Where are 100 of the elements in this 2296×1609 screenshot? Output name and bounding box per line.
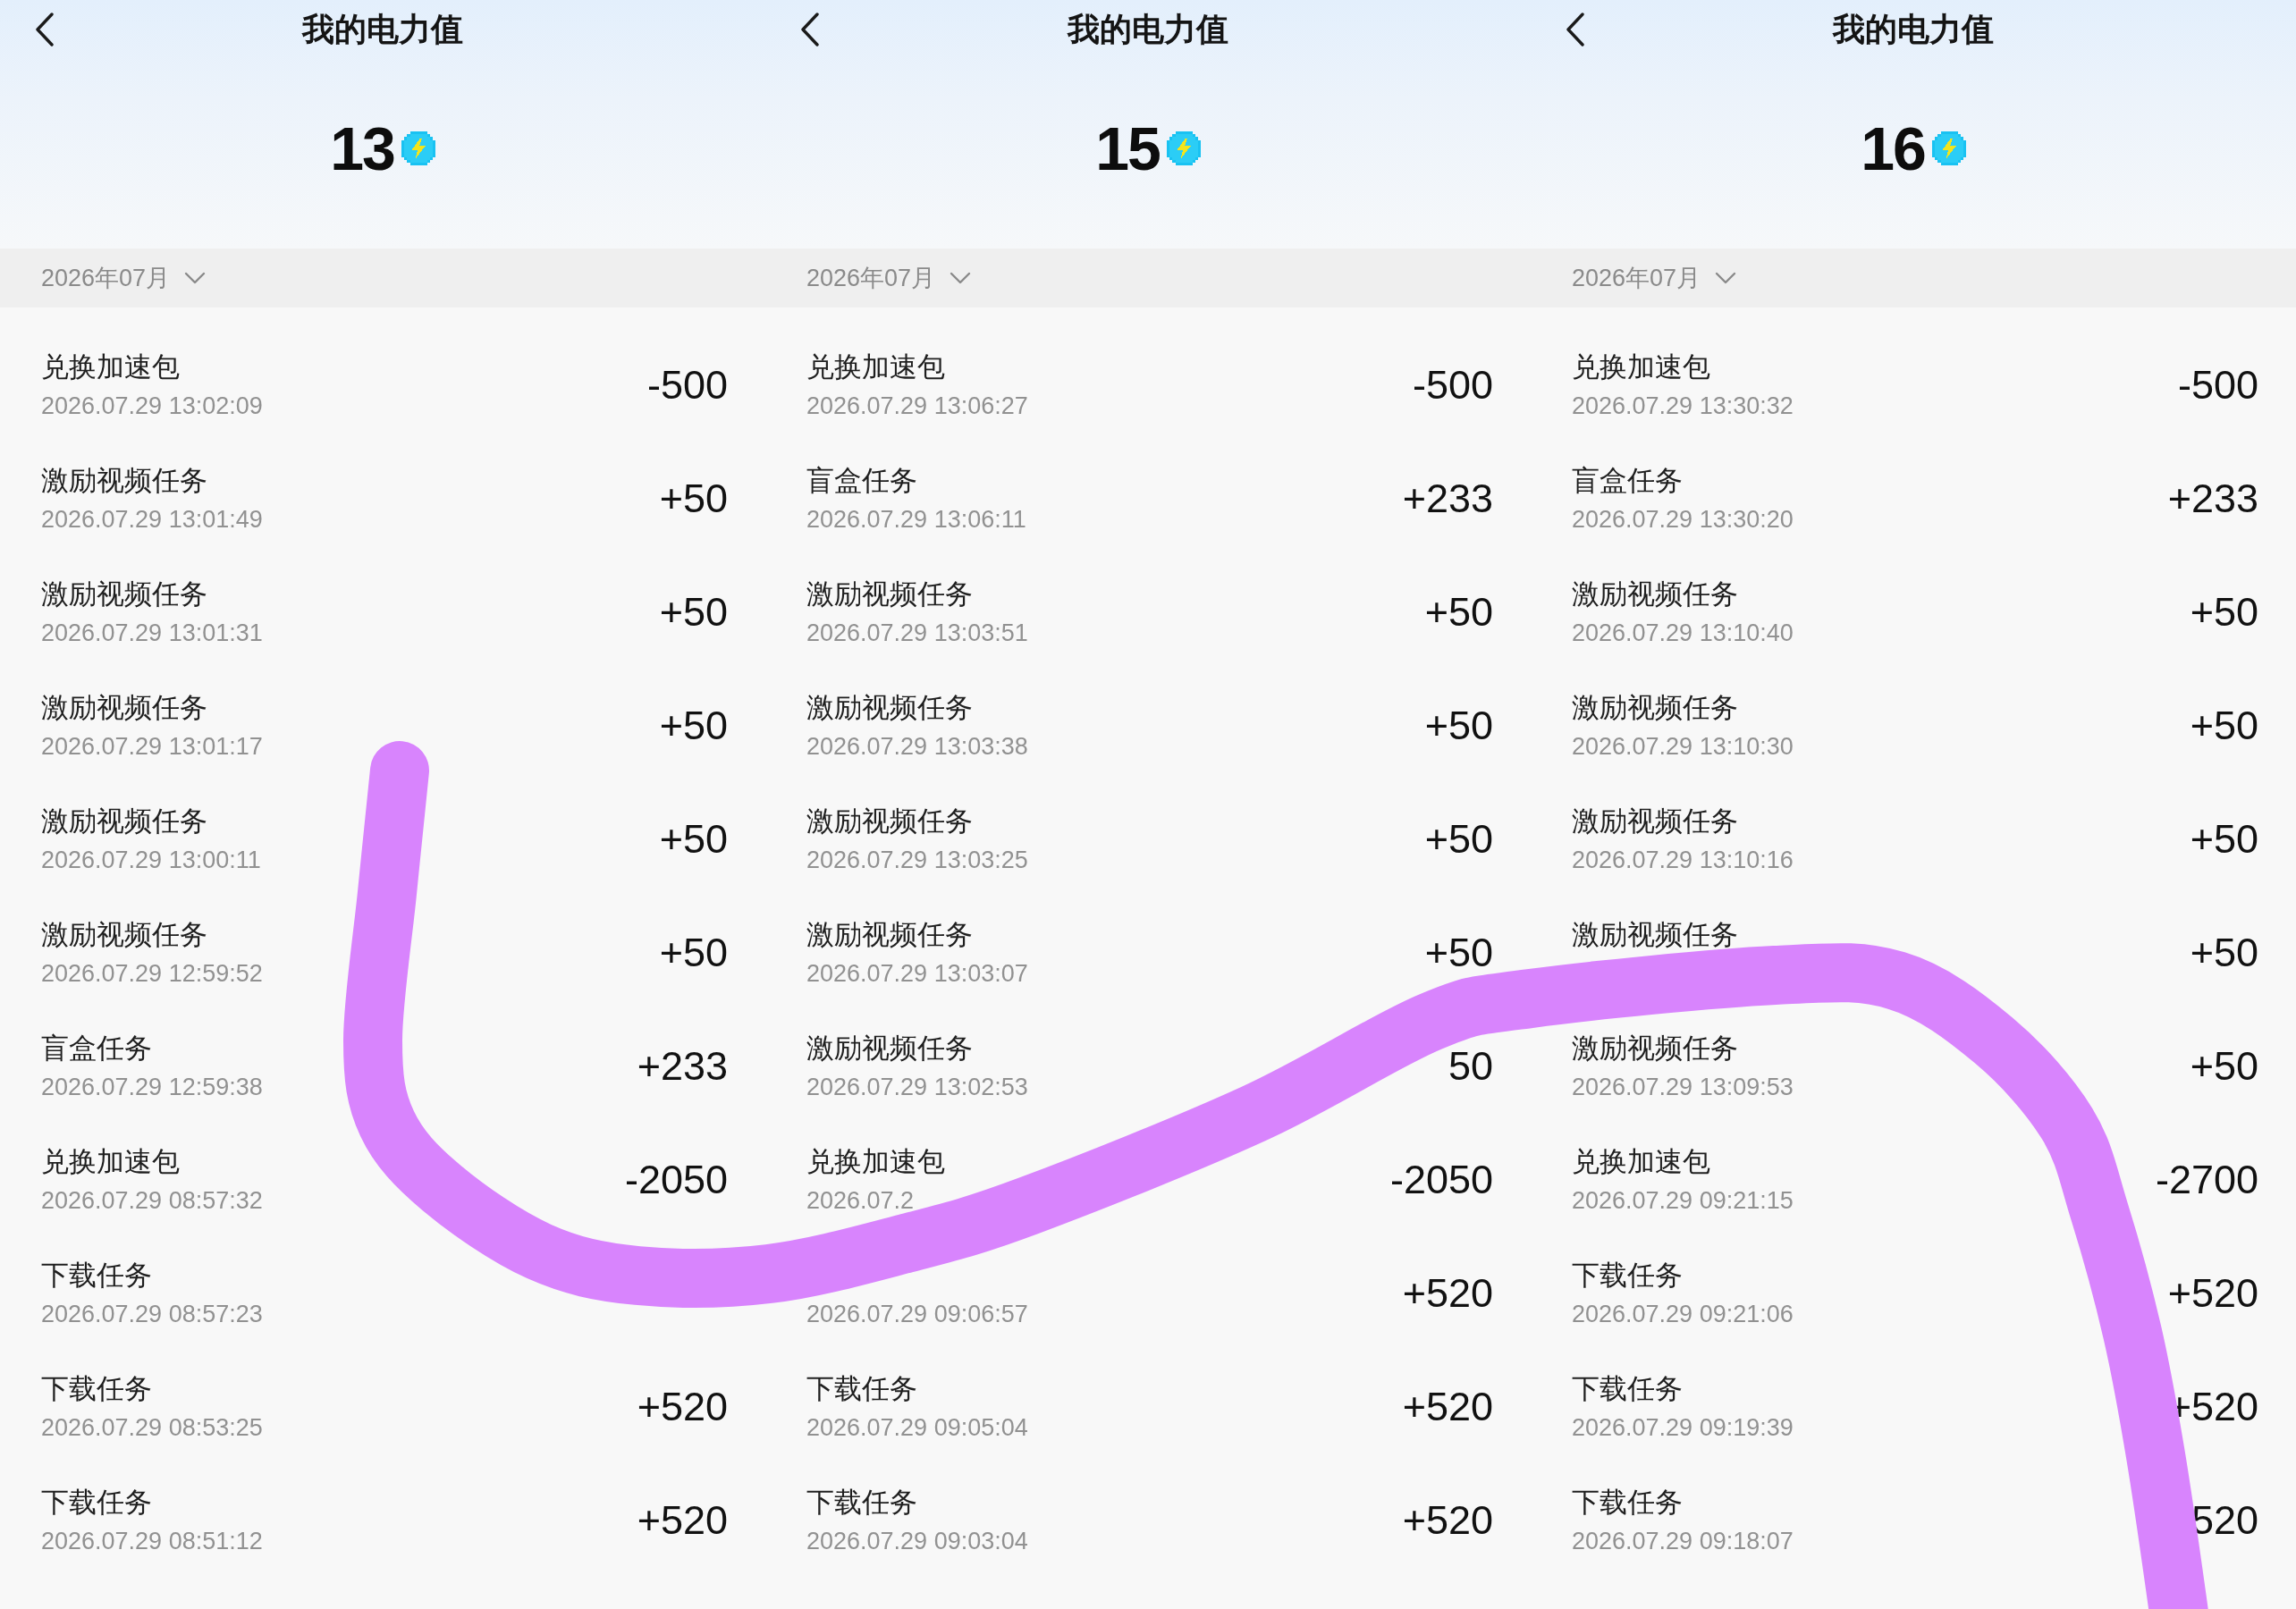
back-icon — [35, 13, 55, 46]
record-amount: +520 — [1402, 1496, 1493, 1544]
record-amount: +520 — [637, 1383, 728, 1430]
record-amount: -2050 — [1389, 1156, 1493, 1203]
back-icon — [800, 13, 820, 46]
record-time: 2026.07.29 13:10:40 — [1572, 618, 1794, 648]
record-amount: +50 — [1424, 702, 1493, 749]
record-amount: +50 — [1424, 815, 1493, 863]
record-time: 2026.07.29 12:59:38 — [41, 1072, 263, 1102]
month-selector[interactable]: 2026年07月 — [806, 263, 972, 293]
record-time: 2026.07.29 13:01:31 — [41, 618, 263, 648]
record-title: 激励视频任务 — [806, 1031, 973, 1066]
record-title: 下载任务 — [1572, 1485, 1683, 1520]
record-time: 2026.07.29 08:53:25 — [41, 1412, 263, 1443]
record-amount: -500 — [2177, 361, 2258, 409]
record-amount: +50 — [2190, 588, 2258, 636]
month-selector[interactable]: 2026年07月 — [1572, 263, 1737, 293]
record-amount: +520 — [637, 1496, 728, 1544]
record-time: 2026.07.29 13:06:11 — [806, 504, 1026, 535]
record-amount: +50 — [1424, 929, 1493, 976]
record-amount: +233 — [637, 1042, 728, 1090]
record-time: 2026.07.29 13:10:30 — [1572, 731, 1794, 762]
record-title: 下载任务 — [1572, 1371, 1683, 1406]
record-title: 下载任务 — [806, 1485, 917, 1520]
record-time: 2026.07.29 13:02:53 — [806, 1072, 1028, 1102]
record-title: 激励视频任务 — [41, 917, 207, 952]
record-time: 2026.07.29 12:59:52 — [41, 958, 263, 989]
record-time: 2026.07.29 09:05:04 — [806, 1412, 1028, 1443]
record-amount: 520 — [2190, 1496, 2258, 1544]
record-amount: +50 — [2190, 929, 2258, 976]
record-time: 2026.07.29 08:57:23 — [41, 1299, 263, 1329]
record-amount: -2050 — [624, 1156, 728, 1203]
record-title: 下载任务 — [41, 1485, 152, 1520]
record-amount: +233 — [1402, 475, 1493, 522]
chevron-down-icon — [950, 272, 972, 284]
record-time: 2026.07.29 09:18:07 — [1572, 1526, 1794, 1556]
lightning-coin-icon — [1166, 131, 1201, 165]
balance-value: 15 — [1095, 114, 1160, 184]
chevron-down-icon — [184, 272, 207, 284]
record-time: 2026.07.29 13:09:53 — [1572, 1072, 1794, 1102]
record-title: 兑换加速包 — [41, 350, 180, 384]
record-time: 2026.07.29 13:02:09 — [41, 391, 263, 421]
record-title: 激励视频任务 — [1572, 690, 1738, 725]
record-amount: -500 — [1412, 361, 1493, 409]
record-time: 2026.07.29 09:19:39 — [1572, 1412, 1794, 1443]
record-title: 下载任务 — [41, 1258, 152, 1293]
record-time: 2026.07.29 13:01:17 — [41, 731, 263, 762]
record-amount: +520 — [1402, 1269, 1493, 1317]
record-amount: +50 — [659, 588, 728, 636]
record-amount: -2700 — [2155, 1156, 2258, 1203]
record-time: 2026.07.29 13:01:49 — [41, 504, 263, 535]
record-title: 激励视频任务 — [1572, 577, 1738, 611]
record-title: 激励视频任务 — [41, 690, 207, 725]
record-time: 2026.07.29 13:10:16 — [1572, 845, 1794, 875]
record-title: 激励视频任务 — [41, 577, 207, 611]
record-title: 兑换加速包 — [806, 1144, 945, 1179]
record-time: 2026.07.29 13:30:20 — [1572, 504, 1794, 535]
record-amount: +50 — [2190, 815, 2258, 863]
record-title: 兑换加速包 — [41, 1144, 180, 1179]
record-title: 激励视频任务 — [806, 804, 973, 838]
record-amount: +50 — [2190, 1042, 2258, 1090]
record-amount: +233 — [2167, 475, 2258, 522]
record-time: 2026.07.29 08:51:12 — [41, 1526, 263, 1556]
record-time: 2026.07.29 13:30:32 — [1572, 391, 1794, 421]
back-icon — [1566, 13, 1585, 46]
record-time: 2026.07.29 13:00:11 — [41, 845, 261, 875]
record-title: 下载任务 — [1572, 1258, 1683, 1293]
record-title: 兑换加速包 — [806, 350, 945, 384]
record-amount: +50 — [659, 815, 728, 863]
record-time: 2026.07.29 13:06:27 — [806, 391, 1028, 421]
record-time: 2026.07.29 13:03:25 — [806, 845, 1028, 875]
record-title: 盲盒任务 — [806, 463, 917, 498]
record-amount: +520 — [2167, 1269, 2258, 1317]
record-amount: +50 — [659, 475, 728, 522]
record-time: 2026.07.29 09:06:57 — [806, 1299, 1028, 1329]
record-amount: +520 — [2167, 1383, 2258, 1430]
page-title: 我的电力值 — [302, 10, 463, 49]
balance-value: 16 — [1861, 114, 1925, 184]
record-time: 2026.07.29 09:21:06 — [1572, 1299, 1794, 1329]
record-time: 2026.07.29 13:03:38 — [806, 731, 1028, 762]
chevron-down-icon — [1715, 272, 1737, 284]
record-title: 兑换加速包 — [1572, 350, 1710, 384]
record-amount: +50 — [659, 929, 728, 976]
month-selector[interactable]: 2026年07月 — [41, 263, 207, 293]
record-amount: +520 — [1402, 1383, 1493, 1430]
record-title: 激励视频任务 — [806, 690, 973, 725]
lightning-coin-icon — [1931, 131, 1966, 165]
record-title: 激励视频任务 — [41, 804, 207, 838]
record-title: 激励视频任务 — [1572, 1031, 1738, 1066]
record-title: 盲盒任务 — [41, 1031, 152, 1066]
page-title: 我的电力值 — [1068, 10, 1228, 49]
record-amount: +50 — [659, 702, 728, 749]
lightning-coin-icon — [401, 131, 435, 165]
record-title: 激励视频任务 — [806, 917, 973, 952]
record-title: 盲盒任务 — [1572, 463, 1683, 498]
record-title: 激励视频任务 — [1572, 804, 1738, 838]
record-time: 2026.07.2 — [806, 1185, 915, 1216]
record-title: 下载任务 — [41, 1371, 152, 1406]
balance-value: 13 — [330, 114, 394, 184]
record-time: 2026.07.29 09:21:15 — [1572, 1185, 1794, 1216]
